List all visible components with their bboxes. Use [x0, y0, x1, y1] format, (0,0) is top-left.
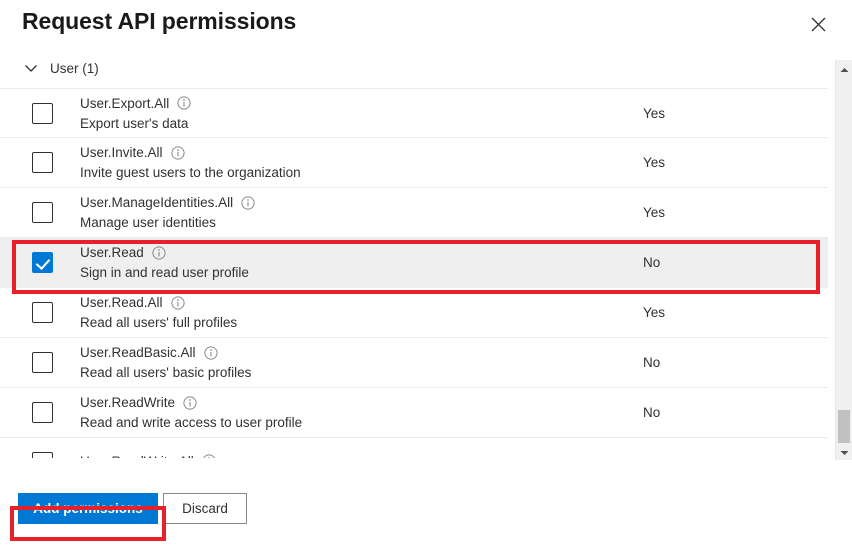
info-icon[interactable] [152, 245, 166, 260]
permission-checkbox[interactable] [31, 102, 53, 124]
table-row[interactable]: User.ReadBasic.All Read all users' basic … [0, 338, 828, 388]
permission-description: Sign in and read user profile [80, 265, 249, 280]
permission-checkbox[interactable] [31, 252, 53, 273]
permission-title-line: User.ManageIdentities.All [80, 194, 631, 211]
close-icon [811, 17, 826, 32]
permission-description: Export user's data [80, 115, 189, 131]
permission-checkbox[interactable] [31, 402, 53, 423]
info-icon[interactable] [202, 454, 216, 458]
permission-checkbox-cell [0, 252, 80, 273]
caret-down-icon [840, 443, 849, 461]
permissions-scroll-viewport[interactable]: User.Export.All Export user's data Yes User… [0, 88, 828, 458]
permission-checkbox-cell [0, 402, 80, 423]
caret-up-icon [840, 60, 849, 78]
permission-name: User.Export.All [80, 95, 170, 111]
info-icon[interactable] [203, 345, 218, 360]
permission-checkbox-cell [0, 102, 80, 124]
permission-name: User.ReadWrite.All [80, 453, 194, 459]
admin-consent-value: No [643, 405, 661, 420]
table-row[interactable]: User.Read.All Read all users' full profil… [0, 288, 828, 338]
group-label: User (1) [50, 60, 99, 76]
info-icon[interactable] [170, 295, 185, 310]
permission-name-cell: User.ReadBasic.All Read all users' basic … [80, 344, 643, 381]
permission-name-cell: User.ReadWrite.All [80, 453, 643, 459]
dialog-footer: Add permissions Discard [0, 471, 852, 549]
panel-header: Request API permissions [0, 0, 852, 48]
permission-name-cell: User.Read.All Read all users' full profil… [80, 294, 643, 331]
page-title: Request API permissions [22, 8, 297, 34]
permission-name-cell: User.ReadWrite Read and write access to u… [80, 394, 643, 431]
permission-checkbox[interactable] [31, 152, 53, 173]
info-icon[interactable] [183, 395, 197, 410]
table-row[interactable]: User.ReadWrite.All [0, 438, 828, 458]
permission-title-line: User.Read.All [80, 294, 631, 311]
permission-title-line: User.ReadWrite [80, 394, 631, 411]
permission-checkbox-cell [0, 302, 80, 323]
chevron-down-icon [22, 59, 40, 77]
table-row[interactable]: User.Read Sign in and read user profile No [0, 238, 828, 288]
permission-checkbox[interactable] [31, 302, 53, 323]
permission-title-line: User.Export.All [80, 95, 631, 112]
vertical-scrollbar[interactable] [835, 60, 852, 460]
admin-consent-value: Yes [643, 105, 666, 121]
permission-checkbox-cell [0, 452, 80, 458]
close-button[interactable] [804, 10, 832, 38]
permission-checkbox[interactable] [31, 202, 53, 223]
admin-consent-value: No [643, 255, 661, 270]
add-permissions-button[interactable]: Add permissions [18, 493, 158, 524]
permission-name: User.Read [80, 245, 144, 260]
permission-checkbox-cell [0, 202, 80, 223]
permission-name-cell: User.Invite.All Invite guest users to the… [80, 144, 643, 181]
permission-checkbox-cell [0, 352, 80, 373]
scrollbar-thumb[interactable] [838, 410, 850, 443]
admin-consent-value: Yes [643, 205, 666, 220]
permission-name: User.ReadWrite [80, 395, 176, 410]
permission-title-line: User.Read [80, 244, 631, 261]
permission-checkbox[interactable] [31, 352, 53, 373]
permission-title-line: User.ReadBasic.All [80, 344, 631, 361]
discard-button[interactable]: Discard [163, 493, 247, 524]
admin-consent-value: No [643, 355, 661, 370]
admin-consent-value: Yes [643, 305, 666, 320]
permission-name: User.Read.All [80, 295, 163, 310]
permission-name: User.Invite.All [80, 145, 163, 160]
permission-checkbox[interactable] [31, 452, 53, 458]
permission-title-line: User.ReadWrite.All [80, 453, 631, 459]
permission-title-line: User.Invite.All [80, 144, 631, 161]
info-icon[interactable] [241, 195, 255, 210]
permission-name: User.ReadBasic.All [80, 345, 196, 360]
scroll-up-button[interactable] [836, 60, 852, 77]
permission-description: Invite guest users to the organization [80, 165, 301, 180]
scroll-down-button[interactable] [836, 443, 852, 460]
permissions-table: User.Export.All Export user's data Yes User… [0, 88, 828, 458]
permission-description: Manage user identities [80, 215, 216, 230]
group-header-user[interactable]: User (1) [22, 56, 99, 80]
table-row[interactable]: User.Export.All Export user's data Yes [0, 88, 828, 138]
table-row[interactable]: User.ReadWrite Read and write access to u… [0, 388, 828, 438]
info-icon[interactable] [177, 96, 191, 110]
permission-checkbox-cell [0, 152, 80, 173]
permission-name-cell: User.Read Sign in and read user profile [80, 244, 643, 281]
permission-description: Read all users' full profiles [80, 315, 238, 330]
permission-name-cell: User.Export.All Export user's data [80, 95, 643, 132]
permission-name-cell: User.ManageIdentities.All Manage user ide… [80, 194, 643, 231]
table-row[interactable]: User.ManageIdentities.All Manage user ide… [0, 188, 828, 238]
permission-description: Read all users' basic profiles [80, 365, 252, 380]
permission-description: Read and write access to user profile [80, 415, 303, 430]
info-icon[interactable] [170, 145, 185, 160]
permission-name: User.ManageIdentities.All [80, 195, 234, 210]
admin-consent-value: Yes [643, 155, 666, 170]
table-row[interactable]: User.Invite.All Invite guest users to the… [0, 138, 828, 188]
